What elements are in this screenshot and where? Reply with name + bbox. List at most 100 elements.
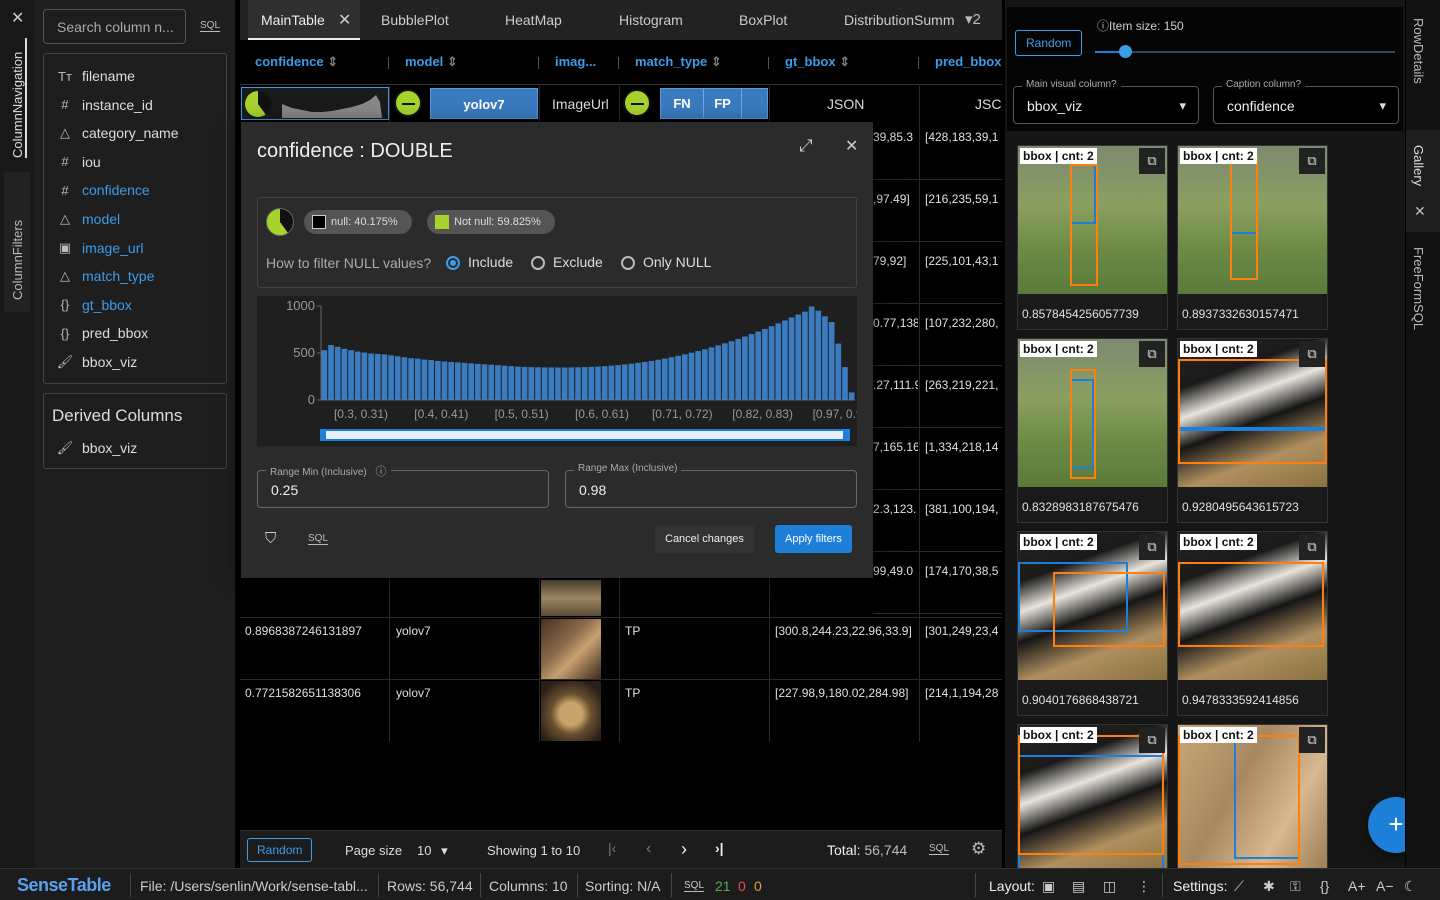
open-external-icon[interactable]: ⧉ bbox=[1139, 534, 1165, 560]
histogram-bar[interactable] bbox=[388, 355, 394, 400]
histogram-bar[interactable] bbox=[641, 361, 648, 400]
first-page-icon[interactable]: |‹ bbox=[608, 840, 616, 856]
tab-heatmap[interactable]: HeatMap bbox=[505, 12, 562, 28]
column-item-model[interactable]: △ model bbox=[52, 206, 120, 232]
gallery-card[interactable]: bbox | cnt: 2 ⧉ bbox=[1017, 724, 1168, 868]
histogram-bar[interactable] bbox=[661, 358, 668, 400]
next-page-icon[interactable]: › bbox=[681, 839, 687, 860]
gallery-card[interactable]: bbox | cnt: 2 ⧉ 0.8937332630157471 bbox=[1177, 145, 1328, 330]
histogram-bar[interactable] bbox=[528, 367, 535, 400]
chart-icon[interactable]: ⟋ bbox=[1234, 878, 1244, 895]
apply-filters-button[interactable]: Apply filters bbox=[775, 525, 852, 553]
image-thumb[interactable] bbox=[541, 580, 601, 616]
histogram-bar[interactable] bbox=[668, 357, 675, 400]
histogram-bar[interactable] bbox=[748, 334, 755, 400]
histogram-bar[interactable] bbox=[762, 328, 768, 400]
open-external-icon[interactable]: ⧉ bbox=[1139, 727, 1165, 753]
histogram-bar[interactable] bbox=[675, 355, 681, 400]
histogram-bar[interactable] bbox=[408, 358, 414, 400]
histogram-bar[interactable] bbox=[822, 316, 828, 400]
open-external-icon[interactable]: ⧉ bbox=[1139, 148, 1165, 174]
null-option-include[interactable]: Include bbox=[446, 254, 513, 271]
tab-distributionsumm[interactable]: DistributionSumm bbox=[844, 12, 962, 28]
random-button[interactable]: Random bbox=[247, 838, 313, 862]
gallery-card[interactable]: bbox | cnt: 2 ⧉ 0.9040176868438721 bbox=[1017, 531, 1168, 716]
image-thumb[interactable] bbox=[541, 619, 601, 679]
tab-freeform-sql[interactable]: FreeFormSQL bbox=[1411, 247, 1426, 330]
gallery-card[interactable]: bbox | cnt: 2 ⧉ bbox=[1177, 724, 1328, 868]
histogram-bar[interactable] bbox=[381, 354, 388, 400]
dark-mode-icon[interactable]: ☾ bbox=[1404, 878, 1417, 895]
histogram-bar[interactable] bbox=[475, 363, 481, 400]
slider-thumb[interactable] bbox=[1119, 45, 1132, 58]
dialog-sql-button[interactable]: SQL bbox=[308, 533, 329, 545]
histogram-bar[interactable] bbox=[621, 364, 628, 400]
histogram-bar[interactable] bbox=[468, 363, 475, 400]
histogram-bar[interactable] bbox=[515, 366, 521, 400]
open-external-icon[interactable]: ⧉ bbox=[1139, 341, 1165, 367]
gallery-random-button[interactable]: Random bbox=[1015, 30, 1083, 56]
histogram-bar[interactable] bbox=[348, 350, 354, 400]
tab-bubbleplot[interactable]: BubblePlot bbox=[381, 12, 449, 28]
histogram-bar[interactable] bbox=[595, 366, 601, 400]
histogram-bar[interactable] bbox=[715, 345, 721, 400]
header-model[interactable]: model ⇕ bbox=[405, 54, 458, 70]
tab-column-navigation[interactable]: ColumnNavigation bbox=[10, 38, 27, 158]
histogram-bar[interactable] bbox=[681, 354, 688, 400]
histogram-bar[interactable] bbox=[334, 346, 341, 400]
match-filter-chips[interactable]: FN FP bbox=[660, 88, 768, 119]
histogram-bar[interactable] bbox=[835, 343, 842, 400]
histogram-bar[interactable] bbox=[808, 306, 815, 400]
header-pred-bbox[interactable]: pred_bbox bbox=[935, 54, 1001, 69]
layout-table-icon[interactable]: ▤ bbox=[1072, 878, 1085, 895]
histogram-bar[interactable] bbox=[722, 343, 728, 400]
histogram-bar[interactable] bbox=[521, 366, 528, 400]
column-item-confidence[interactable]: # confidence bbox=[52, 177, 149, 203]
cancel-button[interactable]: Cancel changes bbox=[655, 525, 754, 553]
histogram-bar[interactable] bbox=[601, 366, 608, 400]
bug-icon[interactable]: ✱ bbox=[1263, 878, 1275, 895]
histogram-bar[interactable] bbox=[321, 350, 328, 400]
match-chip-fp[interactable]: FP bbox=[704, 89, 742, 118]
histogram-bar[interactable] bbox=[828, 321, 835, 400]
histogram-bar[interactable] bbox=[701, 349, 708, 400]
histogram-bar[interactable] bbox=[368, 353, 374, 400]
histogram-bar[interactable] bbox=[448, 361, 454, 400]
histogram-bar[interactable] bbox=[328, 345, 334, 400]
histogram-bar[interactable] bbox=[428, 360, 434, 400]
status-sql-button[interactable]: SQL bbox=[684, 880, 705, 892]
close-icon[interactable]: ✕ bbox=[845, 136, 858, 156]
header-gt-bbox[interactable]: gt_bbox ⇕ bbox=[785, 54, 850, 70]
histogram-bar[interactable] bbox=[708, 347, 715, 400]
filter-icon[interactable]: ⛉ bbox=[265, 530, 276, 547]
font-decrease-icon[interactable]: A− bbox=[1376, 878, 1394, 894]
column-item-bbox-viz[interactable]: 🖌 bbox_viz bbox=[52, 349, 138, 375]
range-min-field[interactable]: Range Min (Inclusive) ⓘ 0.25 bbox=[257, 463, 549, 508]
sql-button[interactable]: SQL bbox=[200, 20, 221, 32]
histogram-bar[interactable] bbox=[501, 365, 508, 400]
histogram-bar[interactable] bbox=[782, 320, 788, 400]
column-item-iou[interactable]: # iou bbox=[52, 149, 100, 175]
gallery-card[interactable]: bbox | cnt: 2 ⧉ 0.8578454256057739 bbox=[1017, 145, 1168, 330]
histogram-bar[interactable] bbox=[768, 326, 775, 400]
key-icon[interactable]: ⚿ bbox=[1290, 878, 1301, 895]
column-item-pred-bbox[interactable]: {} pred_bbox bbox=[52, 320, 149, 346]
column-item-instance-id[interactable]: # instance_id bbox=[52, 92, 152, 118]
histogram-bar[interactable] bbox=[361, 352, 368, 400]
histogram-bar[interactable] bbox=[842, 367, 848, 400]
layout-single-icon[interactable]: ▣ bbox=[1042, 878, 1055, 895]
histogram-bar[interactable] bbox=[341, 348, 348, 400]
column-item-match-type[interactable]: △ match_type bbox=[52, 263, 154, 289]
histogram-bar[interactable] bbox=[795, 314, 802, 400]
histogram-bar[interactable] bbox=[815, 310, 822, 400]
tab-row-details[interactable]: RowDetails bbox=[1411, 18, 1426, 84]
histogram-bar[interactable] bbox=[548, 367, 555, 400]
open-external-icon[interactable]: ⧉ bbox=[1299, 534, 1325, 560]
histogram-bar[interactable] bbox=[581, 367, 588, 400]
histogram-bar[interactable] bbox=[541, 367, 548, 400]
histogram-bar[interactable] bbox=[788, 317, 795, 400]
histogram-bar[interactable] bbox=[535, 367, 541, 400]
item-size-slider[interactable] bbox=[1095, 45, 1395, 58]
brush-handle-left[interactable] bbox=[320, 431, 326, 439]
column-item-image-url[interactable]: ▣ image_url bbox=[52, 235, 144, 261]
